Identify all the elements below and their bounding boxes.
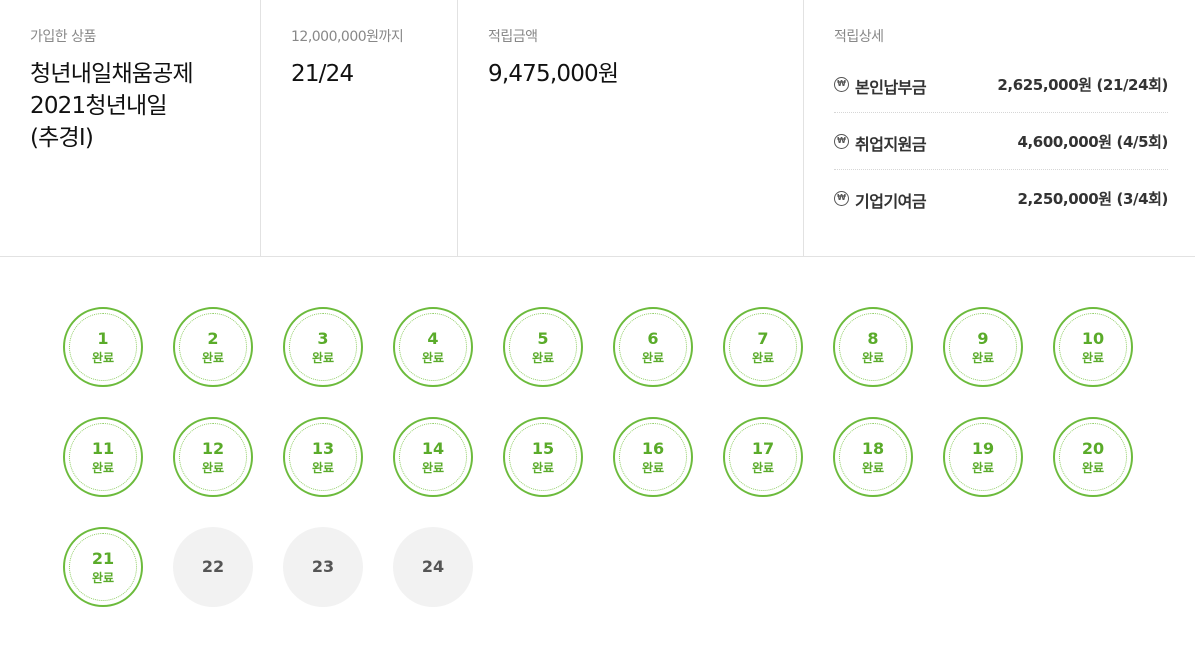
- payment-stamp-completed: 11 완료: [63, 417, 143, 497]
- stamp-number: 11: [91, 439, 115, 458]
- detail-name: 본인납부금: [855, 78, 927, 97]
- stamp-number: 9: [977, 329, 989, 348]
- stamp-number: 1: [97, 329, 109, 348]
- detail-name: 취업지원금: [855, 135, 927, 154]
- detail-row-company-contribution: ₩ 기업기여금 2,250,000원 (3/4회): [834, 170, 1168, 227]
- progress-column: 12,000,000원까지 21/24: [260, 0, 457, 256]
- stamp-number: 14: [421, 439, 445, 458]
- stamp-status: 완료: [311, 461, 335, 475]
- stamp-number: 23: [311, 557, 335, 576]
- payment-stamp-completed: 14 완료: [393, 417, 473, 497]
- payment-stamp-completed: 2 완료: [173, 307, 253, 387]
- detail-value: 2,250,000원 (3/4회): [1017, 190, 1168, 208]
- payment-stamp-completed: 7 완료: [723, 307, 803, 387]
- payment-stamp-completed: 1 완료: [63, 307, 143, 387]
- amount-column: 적립금액 9,475,000원: [457, 0, 803, 256]
- stamp-status: 완료: [1081, 461, 1105, 475]
- stamp-status: 완료: [531, 461, 555, 475]
- payment-stamp-completed: 15 완료: [503, 417, 583, 497]
- stamp-number: 4: [427, 329, 439, 348]
- stamp-status: 완료: [201, 461, 225, 475]
- stamp-number: 10: [1081, 329, 1105, 348]
- stamp-status: 완료: [421, 461, 445, 475]
- detail-list: ₩ 본인납부금 2,625,000원 (21/24회) ₩ 취업지원금 4,60…: [834, 56, 1168, 227]
- stamp-number: 3: [317, 329, 329, 348]
- product-label: 가입한 상품: [30, 29, 96, 45]
- payment-stamp-completed: 17 완료: [723, 417, 803, 497]
- stamp-status: 완료: [641, 351, 665, 365]
- product-name: 청년내일채움공제 2021청년내일 (추경Ⅰ): [30, 58, 255, 154]
- stamp-status: 완료: [311, 351, 335, 365]
- product-name-line: (추경Ⅰ): [30, 125, 94, 151]
- won-icon: ₩: [834, 134, 849, 149]
- payment-stamp-completed: 8 완료: [833, 307, 913, 387]
- stamp-number: 18: [861, 439, 885, 458]
- stamp-status: 완료: [971, 351, 995, 365]
- stamp-number: 21: [91, 549, 115, 568]
- payment-stamp-pending: 22: [173, 527, 253, 607]
- amount-label: 적립금액: [488, 29, 538, 45]
- payment-stamp-completed: 16 완료: [613, 417, 693, 497]
- stamp-number: 16: [641, 439, 665, 458]
- won-icon: ₩: [834, 77, 849, 92]
- product-name-line: 2021청년내일: [30, 93, 168, 119]
- won-icon: ₩: [834, 191, 849, 206]
- stamp-status: 완료: [421, 351, 445, 365]
- stamp-status: 완료: [1081, 351, 1105, 365]
- payment-stamp-completed: 13 완료: [283, 417, 363, 497]
- progress-value: 21/24: [291, 61, 354, 87]
- stamp-number: 17: [751, 439, 775, 458]
- detail-label: 적립상세: [834, 29, 884, 45]
- product-name-line: 청년내일채움공제: [30, 61, 194, 87]
- payment-stamp-completed: 12 완료: [173, 417, 253, 497]
- detail-value: 2,625,000원 (21/24회): [997, 76, 1168, 94]
- stamp-status: 완료: [91, 461, 115, 475]
- detail-name: 기업기여금: [855, 192, 927, 211]
- stamp-status: 완료: [861, 461, 885, 475]
- product-column: 가입한 상품 청년내일채움공제 2021청년내일 (추경Ⅰ): [0, 0, 260, 256]
- stamp-number: 22: [201, 557, 225, 576]
- payment-stamp-completed: 21 완료: [63, 527, 143, 607]
- stamp-number: 6: [647, 329, 659, 348]
- stamp-status: 완료: [641, 461, 665, 475]
- progress-label: 12,000,000원까지: [291, 29, 404, 45]
- payment-stamp-pending: 24: [393, 527, 473, 607]
- stamp-status: 완료: [91, 351, 115, 365]
- stamp-status: 완료: [751, 351, 775, 365]
- payment-stamp-completed: 9 완료: [943, 307, 1023, 387]
- detail-row-self-payment: ₩ 본인납부금 2,625,000원 (21/24회): [834, 56, 1168, 113]
- payment-stamp-completed: 19 완료: [943, 417, 1023, 497]
- payment-stamp-completed: 20 완료: [1053, 417, 1133, 497]
- stamp-number: 19: [971, 439, 995, 458]
- amount-value: 9,475,000원: [488, 61, 619, 87]
- payment-stamp-completed: 10 완료: [1053, 307, 1133, 387]
- stamp-number: 13: [311, 439, 335, 458]
- payment-stamp-pending: 23: [283, 527, 363, 607]
- stamp-status: 완료: [861, 351, 885, 365]
- payment-stamp-completed: 4 완료: [393, 307, 473, 387]
- stamp-number: 7: [757, 329, 769, 348]
- stamp-number: 15: [531, 439, 555, 458]
- stamp-number: 2: [207, 329, 219, 348]
- detail-column: 적립상세 ₩ 본인납부금 2,625,000원 (21/24회) ₩ 취업지원금…: [803, 0, 1195, 256]
- stamp-number: 5: [537, 329, 549, 348]
- savings-summary: 가입한 상품 청년내일채움공제 2021청년내일 (추경Ⅰ) 12,000,00…: [0, 0, 1195, 257]
- stamp-number: 24: [421, 557, 445, 576]
- stamp-number: 20: [1081, 439, 1105, 458]
- payment-stamp-completed: 6 완료: [613, 307, 693, 387]
- detail-row-employment-support: ₩ 취업지원금 4,600,000원 (4/5회): [834, 113, 1168, 170]
- stamp-status: 완료: [751, 461, 775, 475]
- stamp-number: 12: [201, 439, 225, 458]
- payment-stamp-completed: 18 완료: [833, 417, 913, 497]
- detail-value: 4,600,000원 (4/5회): [1017, 133, 1168, 151]
- stamp-number: 8: [867, 329, 879, 348]
- payment-stamp-completed: 5 완료: [503, 307, 583, 387]
- payment-stamp-completed: 3 완료: [283, 307, 363, 387]
- stamp-status: 완료: [531, 351, 555, 365]
- stamp-status: 완료: [201, 351, 225, 365]
- stamp-status: 완료: [91, 571, 115, 585]
- stamp-status: 완료: [971, 461, 995, 475]
- payment-stamp-grid: 1 완료 2 완료 3 완료 4 완료 5 완료 6 완료 7 완료 8 완료 9 완료 10 완료 11 완료 12 완료 1…: [0, 257, 1195, 651]
